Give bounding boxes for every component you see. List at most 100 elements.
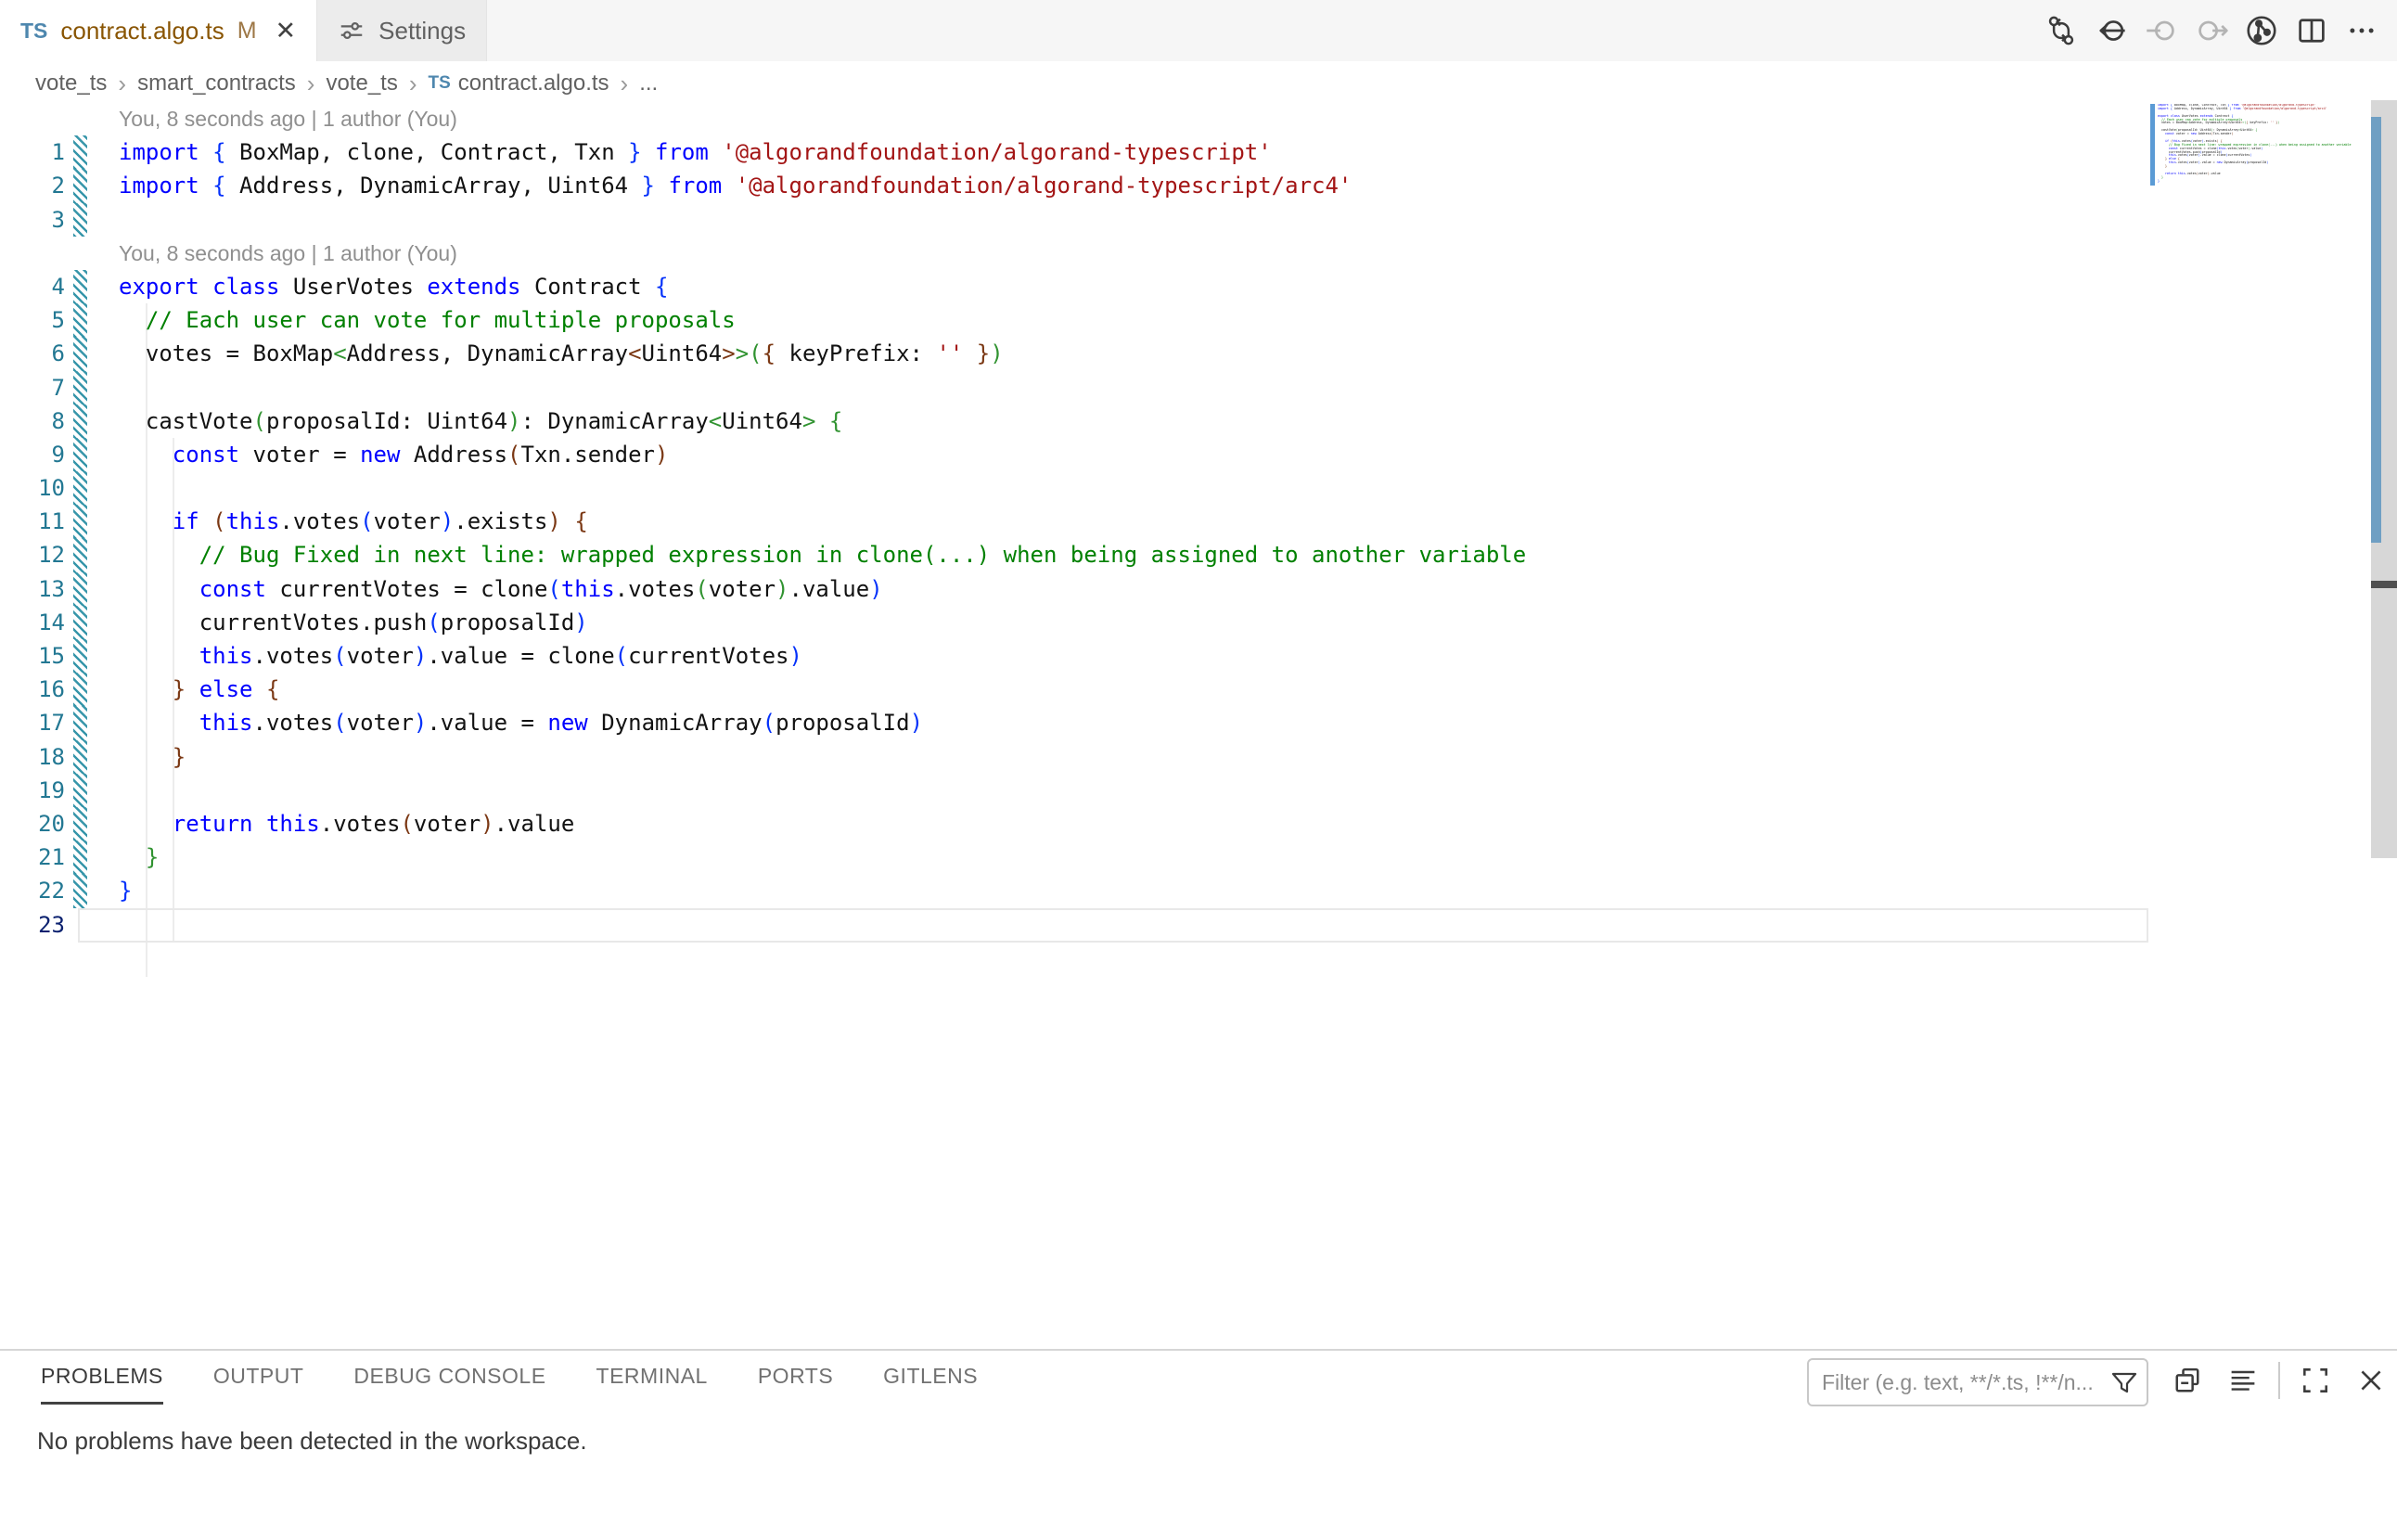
code-line[interactable]: 3 bbox=[0, 203, 2148, 237]
code-line[interactable]: 14 currentVotes.push(proposalId) bbox=[0, 606, 2148, 639]
compare-changes-icon[interactable] bbox=[2043, 12, 2080, 49]
line-number[interactable]: 22 bbox=[0, 874, 65, 907]
code-line-text: this.votes(voter).value = new DynamicArr… bbox=[119, 706, 923, 739]
code-line[interactable]: 15 this.votes(voter).value = clone(curre… bbox=[0, 639, 2148, 673]
gutter-diff-added-indicator bbox=[73, 673, 87, 706]
code-line[interactable]: 11 if (this.votes(voter).exists) { bbox=[0, 505, 2148, 538]
panel-tab-ports[interactable]: PORTS bbox=[758, 1364, 833, 1405]
gutter-diff-added-indicator bbox=[73, 337, 87, 370]
gutter-diff-added-indicator bbox=[73, 572, 87, 606]
breadcrumb-separator: › bbox=[621, 70, 629, 98]
code-line-text: if (this.votes(voter).exists) { bbox=[119, 505, 588, 538]
code-line-text: return this.votes(voter).value bbox=[119, 807, 574, 841]
code-line[interactable]: 16 } else { bbox=[0, 673, 2148, 706]
gutter-diff-added-indicator bbox=[73, 404, 87, 438]
minimap-added-decoration bbox=[2150, 104, 2155, 186]
line-number[interactable]: 8 bbox=[0, 404, 65, 438]
code-line[interactable]: 6 votes = BoxMap<Address, DynamicArray<U… bbox=[0, 337, 2148, 370]
code-line[interactable]: 8 castVote(proposalId: Uint64): DynamicA… bbox=[0, 404, 2148, 438]
line-number[interactable]: 18 bbox=[0, 740, 65, 774]
more-actions-icon[interactable] bbox=[2343, 12, 2380, 49]
code-line-text: } bbox=[119, 740, 186, 774]
panel-tab-gitlens[interactable]: GITLENS bbox=[883, 1364, 978, 1405]
breadcrumb-separator: › bbox=[409, 70, 417, 98]
code-line[interactable]: 2import { Address, DynamicArray, Uint64 … bbox=[0, 169, 2148, 202]
line-number[interactable]: 20 bbox=[0, 807, 65, 841]
code-line[interactable]: 5 // Each user can vote for multiple pro… bbox=[0, 303, 2148, 337]
gutter-diff-added-indicator bbox=[73, 908, 87, 942]
code-line[interactable]: 22} bbox=[0, 874, 2148, 907]
minimap[interactable]: import { BoxMap, clone, Contract, Txn } … bbox=[2158, 104, 2365, 197]
code-line[interactable]: 13 const currentVotes = clone(this.votes… bbox=[0, 572, 2148, 606]
line-number[interactable]: 2 bbox=[0, 169, 65, 202]
gitlens-blame-annotation[interactable]: You, 8 seconds ago | 1 author (You) bbox=[119, 102, 457, 135]
code-line[interactable]: 1import { BoxMap, clone, Contract, Txn }… bbox=[0, 135, 2148, 169]
code-line[interactable]: 12 // Bug Fixed in next line: wrapped ex… bbox=[0, 538, 2148, 571]
modified-badge: M bbox=[237, 18, 257, 45]
close-panel-icon[interactable] bbox=[2351, 1360, 2391, 1401]
divider bbox=[2278, 1362, 2280, 1399]
panel-tab-debug-console[interactable]: DEBUG CONSOLE bbox=[353, 1364, 545, 1405]
next-change-icon[interactable] bbox=[2193, 12, 2230, 49]
line-number[interactable]: 16 bbox=[0, 673, 65, 706]
line-number[interactable]: 3 bbox=[0, 203, 65, 237]
breadcrumb-item[interactable]: vote_ts bbox=[35, 71, 107, 96]
code-line[interactable]: 9 const voter = new Address(Txn.sender) bbox=[0, 438, 2148, 471]
line-number[interactable]: 11 bbox=[0, 505, 65, 538]
line-number[interactable]: 21 bbox=[0, 841, 65, 874]
code-line[interactable]: 7 bbox=[0, 371, 2148, 404]
line-number[interactable]: 12 bbox=[0, 538, 65, 571]
line-number[interactable]: 10 bbox=[0, 471, 65, 505]
code-line[interactable]: 18 } bbox=[0, 740, 2148, 774]
code-line[interactable]: 17 this.votes(voter).value = new Dynamic… bbox=[0, 706, 2148, 739]
line-number[interactable]: 1 bbox=[0, 135, 65, 169]
line-number[interactable]: 4 bbox=[0, 270, 65, 303]
gutter-diff-added-indicator bbox=[73, 807, 87, 841]
collapse-all-icon[interactable] bbox=[2167, 1360, 2208, 1401]
breadcrumb-item[interactable]: ... bbox=[639, 71, 658, 96]
blame-annotation-row: You, 8 seconds ago | 1 author (You) bbox=[0, 102, 2148, 135]
code-editor[interactable]: You, 8 seconds ago | 1 author (You)1impo… bbox=[0, 102, 2397, 1349]
problems-message: No problems have been detected in the wo… bbox=[37, 1427, 587, 1456]
breadcrumb-item[interactable]: TScontract.algo.ts bbox=[429, 71, 609, 96]
breadcrumb-item[interactable]: vote_ts bbox=[326, 71, 397, 96]
breadcrumb-separator: › bbox=[118, 70, 126, 98]
previous-change-icon[interactable] bbox=[2143, 12, 2180, 49]
gutter-diff-added-indicator bbox=[73, 606, 87, 639]
tab-settings[interactable]: Settings bbox=[317, 0, 487, 61]
code-line[interactable]: 20 return this.votes(voter).value bbox=[0, 807, 2148, 841]
line-number[interactable]: 14 bbox=[0, 606, 65, 639]
panel-tab-output[interactable]: OUTPUT bbox=[213, 1364, 304, 1405]
commit-graph-icon[interactable] bbox=[2243, 12, 2280, 49]
code-line[interactable]: 19 bbox=[0, 774, 2148, 807]
line-number[interactable]: 7 bbox=[0, 371, 65, 404]
panel-tab-terminal[interactable]: TERMINAL bbox=[596, 1364, 708, 1405]
tab-contract-algo-ts[interactable]: TS contract.algo.ts M ✕ bbox=[0, 0, 317, 61]
tab-label: contract.algo.ts bbox=[60, 17, 224, 45]
breadcrumb-item[interactable]: smart_contracts bbox=[137, 71, 296, 96]
gutter-diff-added-indicator bbox=[73, 740, 87, 774]
code-line[interactable]: 4export class UserVotes extends Contract… bbox=[0, 270, 2148, 303]
code-line[interactable]: 23 bbox=[0, 908, 2148, 942]
code-line[interactable]: 21 } bbox=[0, 841, 2148, 874]
gutter-diff-added-indicator bbox=[73, 538, 87, 571]
line-number[interactable]: 13 bbox=[0, 572, 65, 606]
line-number[interactable]: 9 bbox=[0, 438, 65, 471]
line-number[interactable]: 5 bbox=[0, 303, 65, 337]
line-number[interactable]: 19 bbox=[0, 774, 65, 807]
go-back-icon[interactable] bbox=[2093, 12, 2130, 49]
view-as-table-icon[interactable] bbox=[2223, 1360, 2263, 1401]
line-number[interactable]: 6 bbox=[0, 337, 65, 370]
close-tab-icon[interactable]: ✕ bbox=[276, 17, 297, 45]
gitlens-blame-annotation[interactable]: You, 8 seconds ago | 1 author (You) bbox=[119, 237, 457, 270]
bottom-panel: PROBLEMS OUTPUT DEBUG CONSOLE TERMINAL PORTS… bbox=[0, 1349, 2397, 1540]
code-line[interactable]: 10 bbox=[0, 471, 2148, 505]
editor-actions-toolbar bbox=[2043, 9, 2380, 52]
line-number[interactable]: 17 bbox=[0, 706, 65, 739]
line-number[interactable]: 23 bbox=[0, 908, 65, 942]
panel-tab-problems[interactable]: PROBLEMS bbox=[41, 1364, 163, 1405]
maximize-panel-icon[interactable] bbox=[2295, 1360, 2336, 1401]
line-number[interactable]: 15 bbox=[0, 639, 65, 673]
split-editor-icon[interactable] bbox=[2293, 12, 2330, 49]
problems-filter-input[interactable] bbox=[1807, 1358, 2148, 1406]
